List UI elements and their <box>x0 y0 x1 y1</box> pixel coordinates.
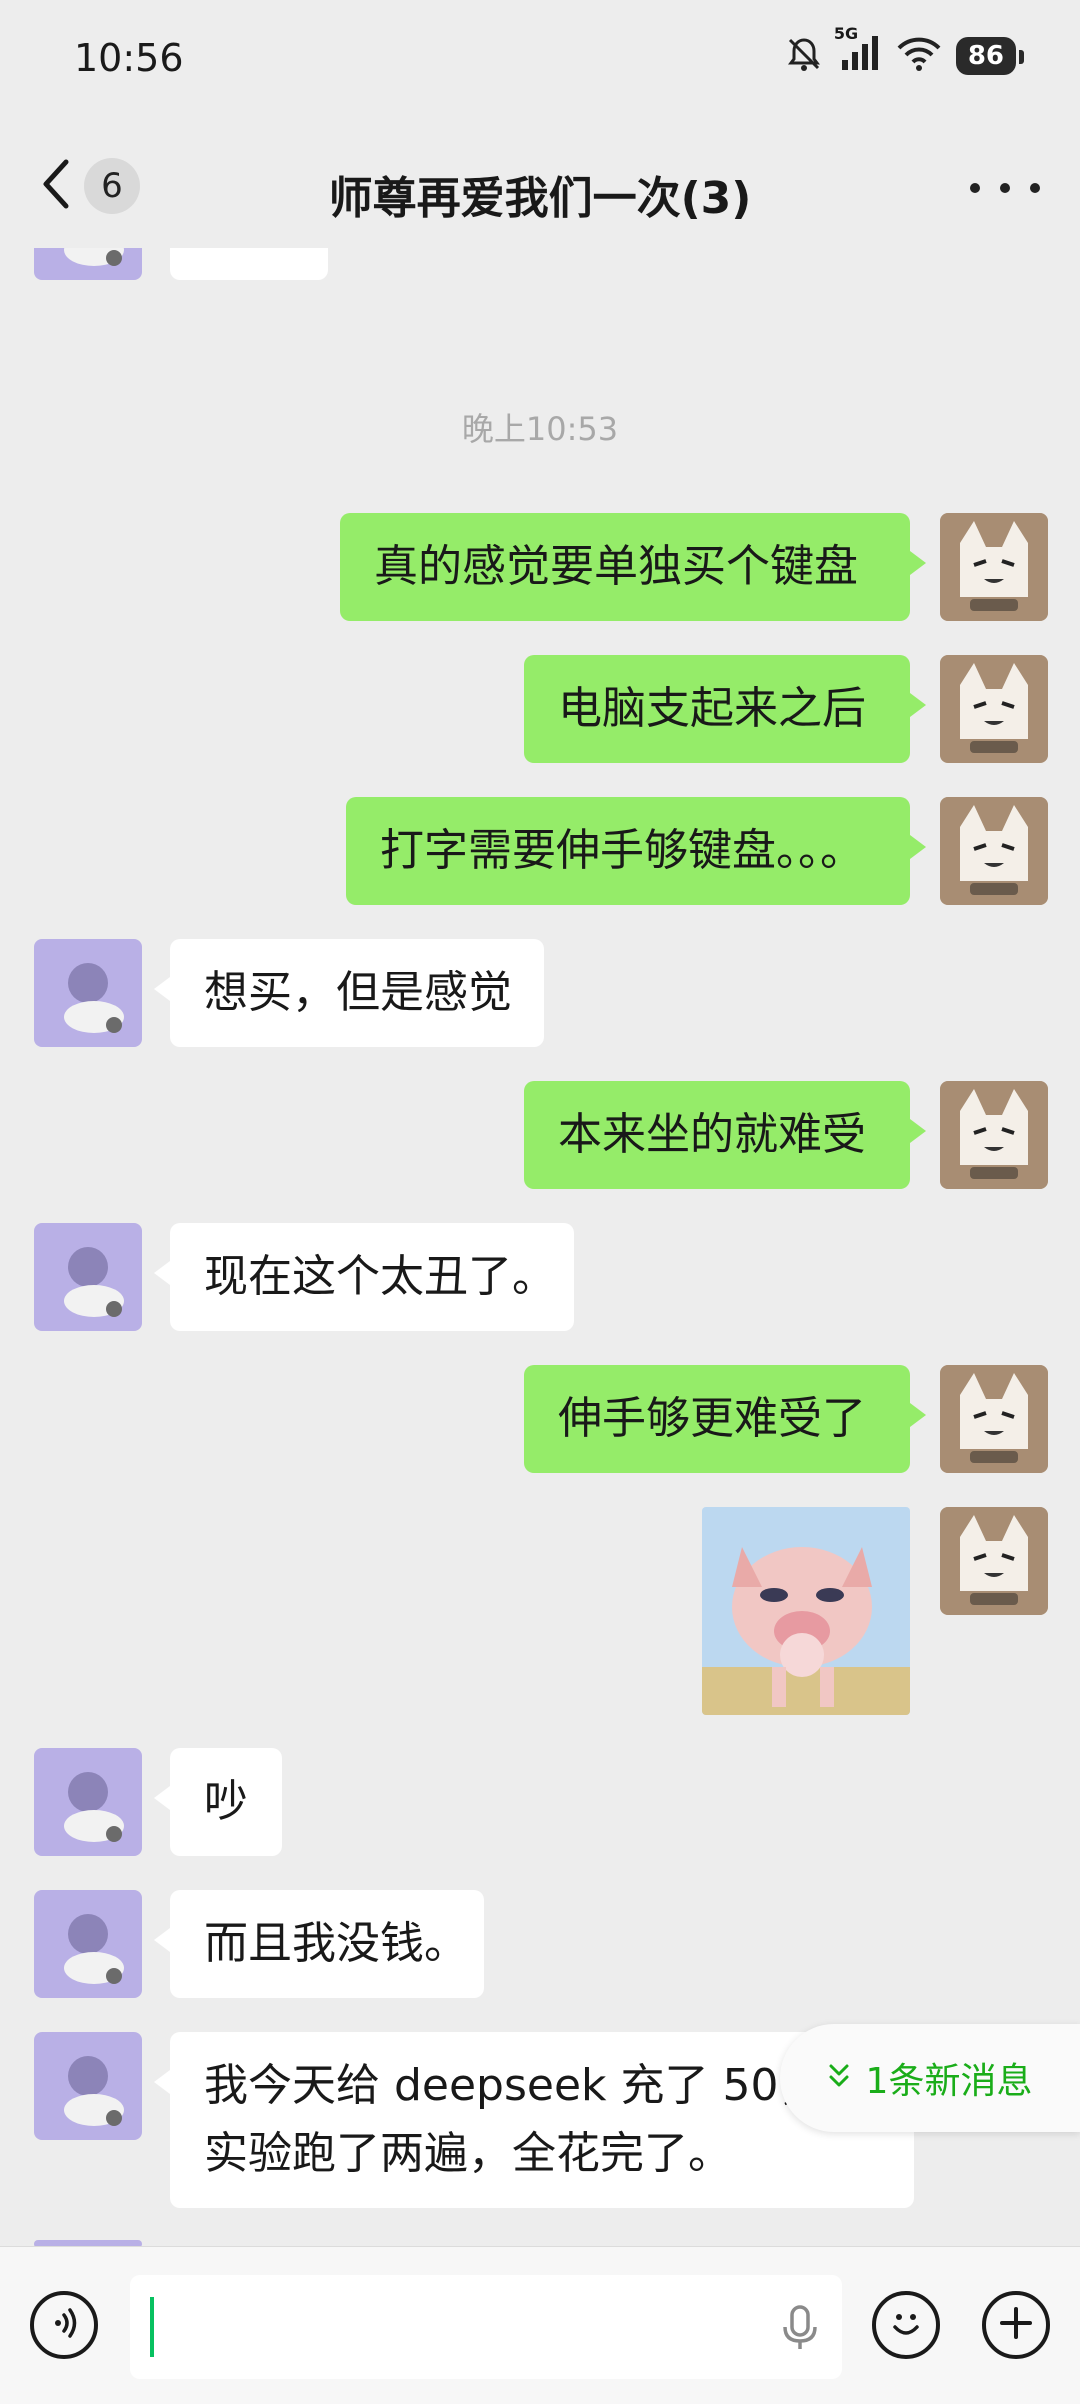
more-actions-button[interactable] <box>982 2291 1050 2359</box>
outgoing-message-bubble[interactable]: 打字需要伸手够键盘。。。 <box>346 797 926 905</box>
my-avatar[interactable] <box>940 1081 1048 1189</box>
outgoing-message-bubble[interactable]: 伸手够更难受了 <box>524 1365 926 1473</box>
incoming-message-bubble[interactable]: 想买，但是感觉 <box>154 939 544 1047</box>
contact-avatar[interactable] <box>34 1890 142 1998</box>
incoming-message-bubble[interactable]: 现在这个太丑了。 <box>154 1223 574 1331</box>
network-type-label: 5G <box>833 24 859 43</box>
chat-header: 6 师尊再爱我们一次(3) <box>0 124 1080 248</box>
incoming-message-bubble[interactable]: 而且我没钱。 <box>154 1890 484 1998</box>
status-icons: 5G 86 <box>784 24 1025 78</box>
my-avatar[interactable] <box>940 1365 1048 1473</box>
signal-icon: 5G <box>834 24 882 78</box>
message-timestamp: 晚上10:53 <box>461 410 619 448</box>
message-line: 我今天给 deepseek 充了 50， <box>204 2060 823 2111</box>
text-cursor <box>150 2297 154 2357</box>
outgoing-message-bubble[interactable]: 真的感觉要单独买个键盘 <box>340 513 926 621</box>
double-chevron-down-icon <box>828 2058 850 2099</box>
status-time: 10:56 <box>74 36 184 80</box>
more-options-button[interactable] <box>970 168 1040 208</box>
chat-title: 师尊再爱我们一次(3) <box>328 173 752 224</box>
contact-avatar[interactable] <box>34 1748 142 1856</box>
wifi-icon <box>896 34 942 78</box>
message-list[interactable]: 加油 晚上10:53 真的感觉要单独买个键盘 电脑支起来之后 打字需要伸手够键盘… <box>0 248 1080 2246</box>
smiley-icon <box>884 2301 928 2349</box>
new-message-indicator[interactable]: 1条新消息 <box>780 2024 1080 2132</box>
status-bar: 10:56 5G 86 <box>0 0 1080 124</box>
incoming-message-bubble[interactable]: 加油 <box>170 248 328 280</box>
pig-sticker-image[interactable] <box>702 1507 910 1715</box>
plus-icon <box>996 2303 1036 2347</box>
contact-avatar[interactable] <box>34 939 142 1047</box>
battery-indicator: 86 <box>955 37 1025 75</box>
my-avatar[interactable] <box>940 1507 1048 1615</box>
microphone-icon[interactable] <box>780 2303 820 2357</box>
more-dot-icon <box>1000 183 1010 193</box>
voice-wave-icon <box>46 2305 82 2345</box>
outgoing-message-bubble[interactable]: 本来坐的就难受 <box>524 1081 926 1189</box>
more-dot-icon <box>1030 183 1040 193</box>
mute-bell-icon <box>784 34 824 78</box>
incoming-message-bubble[interactable]: 吵 <box>154 1748 282 1856</box>
message-line: 实验跑了两遍，全花完了。 <box>204 2128 732 2179</box>
contact-avatar[interactable] <box>34 1223 142 1331</box>
emoji-button[interactable] <box>872 2291 940 2359</box>
contact-avatar[interactable] <box>34 248 142 280</box>
contact-avatar[interactable] <box>34 2032 142 2140</box>
new-message-label: 1条新消息 <box>865 2061 1033 2102</box>
my-avatar[interactable] <box>940 513 1048 621</box>
outgoing-message-bubble[interactable]: 电脑支起来之后 <box>524 655 926 763</box>
voice-mode-button[interactable] <box>30 2291 98 2359</box>
input-bar <box>0 2246 1080 2404</box>
my-avatar[interactable] <box>940 655 1048 763</box>
more-dot-icon <box>970 183 980 193</box>
message-input[interactable] <box>130 2275 842 2379</box>
my-avatar[interactable] <box>940 797 1048 905</box>
